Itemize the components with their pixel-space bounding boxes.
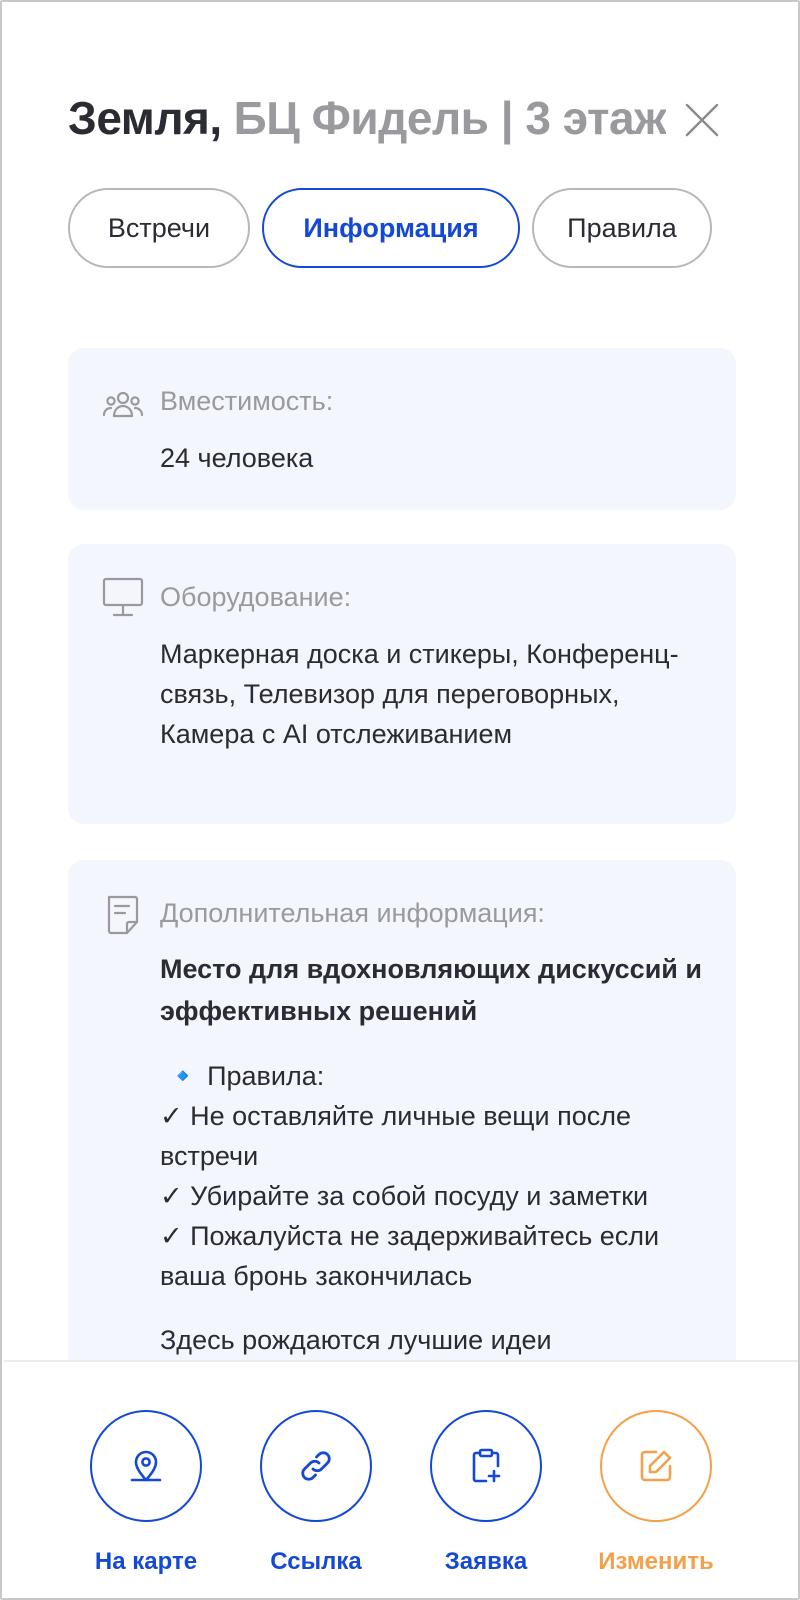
extra-info-headline: Место для вдохновляющих дискуссий и эффе…: [160, 954, 702, 1026]
tab-information[interactable]: Информация: [262, 188, 520, 268]
rules-block: 🔹 Правила: ✓ Не оставляйте личные вещи п…: [160, 1056, 720, 1296]
room-name: Земля,: [68, 92, 222, 144]
extra-info-label: Дополнительная информация:: [160, 898, 545, 928]
close-button[interactable]: [682, 100, 722, 140]
capacity-card: Вместимость: 24 человека: [68, 348, 736, 510]
extra-info-card: Дополнительная информация: Место для вдо…: [68, 860, 736, 1360]
map-pin-icon: [130, 1450, 162, 1482]
equipment-value: Маркерная доска и стикеры, Конференц-свя…: [160, 639, 679, 749]
tab-label: Встречи: [107, 212, 211, 243]
monitor-icon: [102, 576, 144, 618]
rule-item: ✓ Убирайте за собой посуду и заметки: [160, 1181, 649, 1211]
rule-item: ✓ Не оставляйте личные вещи после встреч…: [160, 1101, 631, 1171]
tab-bar: Встречи Информация Правила: [68, 188, 728, 268]
info-scroll-area[interactable]: Вместимость: 24 человека Оборудование: М…: [2, 298, 798, 1360]
equipment-card: Оборудование: Маркерная доска и стикеры,…: [68, 544, 736, 824]
document-icon: [102, 894, 144, 936]
tab-label: Правила: [567, 212, 677, 243]
map-button-label: На карте: [94, 1548, 198, 1575]
link-button-label: Ссылка: [270, 1548, 362, 1575]
room-details-panel: Земля, БЦ Фидель | 3 этаж Встречи Информ…: [0, 0, 800, 1600]
link-icon: [301, 1451, 331, 1481]
action-bar: На карте Ссылка Заявка Изменить: [4, 1360, 798, 1598]
request-button[interactable]: Заявка: [416, 1410, 556, 1580]
capacity-label: Вместимость:: [160, 386, 334, 416]
tab-meetings[interactable]: Встречи: [68, 188, 250, 268]
equipment-label: Оборудование:: [160, 582, 352, 612]
map-button[interactable]: На карте: [76, 1410, 216, 1580]
tab-label: Информация: [303, 212, 479, 243]
page-title: Земля, БЦ Фидель | 3 этаж: [68, 90, 668, 146]
rule-item: ✓ Пожалуйста не задерживайтесь если ваша…: [160, 1221, 660, 1291]
request-button-label: Заявка: [444, 1548, 528, 1575]
room-location: БЦ Фидель | 3 этаж: [233, 92, 667, 144]
clipboard-plus-icon: [472, 1448, 501, 1483]
edit-button-label: Изменить: [598, 1548, 714, 1575]
edit-button[interactable]: Изменить: [586, 1410, 726, 1580]
rules-title: 🔹 Правила:: [166, 1061, 325, 1091]
close-icon: [685, 103, 719, 137]
tab-rules[interactable]: Правила: [532, 188, 712, 268]
link-button[interactable]: Ссылка: [246, 1410, 386, 1580]
extra-info-tail: Здесь рождаются лучшие идеи: [160, 1325, 552, 1355]
capacity-value: 24 человека: [160, 443, 314, 473]
edit-icon: [640, 1450, 672, 1482]
people-icon: [102, 384, 144, 426]
